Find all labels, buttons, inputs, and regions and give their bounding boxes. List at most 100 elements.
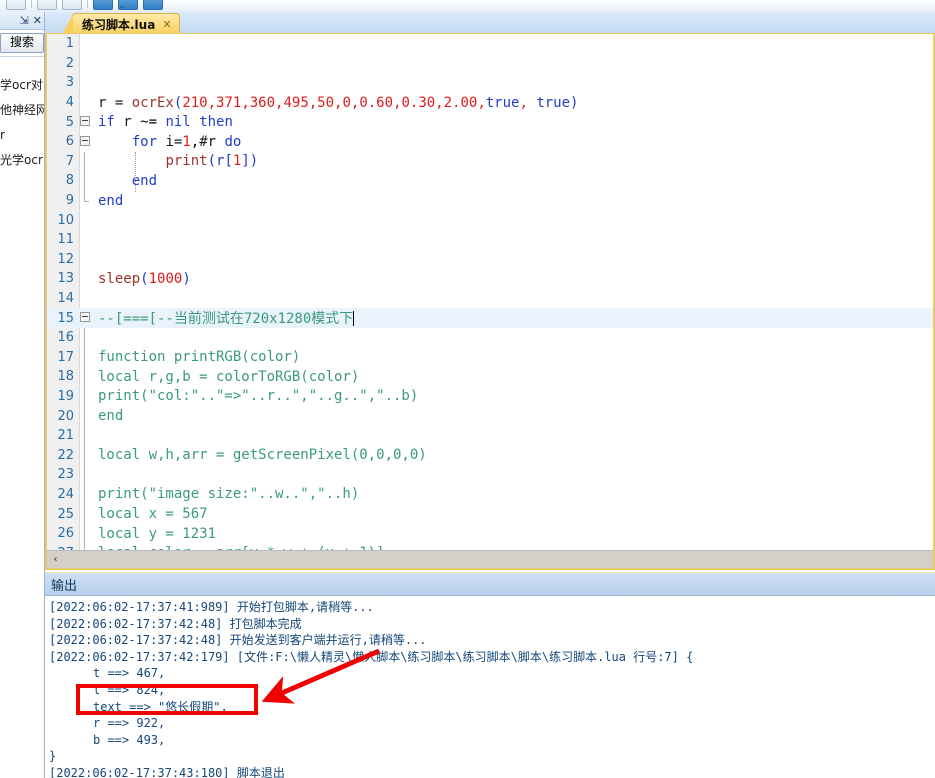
line-number: 11 [57, 232, 74, 248]
fold-guide-line [79, 347, 94, 368]
fold-collapse-icon[interactable] [79, 112, 94, 132]
line-number: 23 [57, 467, 74, 483]
scrollbar-track[interactable] [64, 552, 933, 567]
code-line[interactable]: 24 print("image size:"..w..","..h) [47, 484, 933, 505]
line-number: 13 [57, 271, 74, 287]
line-number: 10 [57, 212, 74, 228]
code-line-text: print("col:".."=>"..r..","..g..","..b) [98, 388, 419, 405]
text-cursor [353, 311, 355, 327]
toolbar-overflow-icon[interactable]: ⌄ [118, 0, 126, 11]
fold-empty [79, 73, 94, 93]
line-number: 26 [57, 526, 74, 542]
output-panel: 输出 [2022:06:02-17:37:41:989] 开始打包脚本,请稍等.… [45, 572, 935, 778]
code-line[interactable]: 25 local x = 567 [47, 504, 933, 524]
line-number: 3 [65, 75, 74, 91]
left-panel-list: 学ocr对 他神经网 r 光学ocr [0, 57, 44, 170]
left-dock-panel: ⇲ ✕ 搜索 学ocr对 他神经网 r 光学ocr [0, 12, 45, 778]
fold-empty [79, 210, 94, 230]
fold-guide-line [79, 151, 94, 172]
code-line[interactable]: 2 [47, 54, 933, 74]
line-number: 16 [57, 330, 74, 346]
list-item[interactable]: 光学ocr [0, 150, 44, 170]
pin-icon[interactable]: ⇲ [20, 15, 29, 26]
code-line[interactable]: 23 [47, 465, 933, 485]
code-line[interactable]: 18 local r,g,b = colorToRGB(color) [47, 367, 933, 387]
line-number: 4 [65, 95, 74, 111]
line-number: 24 [57, 486, 74, 502]
tab-lianxi-jiaoben-lua[interactable]: 练习脚本.lua ✕ [62, 13, 180, 35]
output-log-line: [2022:06:02-17:37:42:48] 打包脚本完成 [49, 616, 302, 631]
code-line[interactable]: 20 end [47, 406, 933, 426]
code-line[interactable]: 9 end [47, 190, 933, 211]
fold-guide-line [79, 367, 94, 387]
editor-horizontal-scrollbar[interactable]: ‹ [47, 550, 933, 568]
code-line-text: print("image size:"..w..","..h) [98, 486, 360, 503]
code-line-text: end [98, 408, 124, 425]
list-item[interactable]: 他神经网 [0, 100, 44, 120]
code-line-text: sleep(1000) [98, 270, 191, 287]
code-line-text: local y = 1231 [98, 525, 217, 542]
code-line[interactable]: 4 r = ocrEx(210,371,360,495,50,0,0.60,0.3… [47, 93, 933, 113]
code-line[interactable]: 5 if r ~= nil then [47, 112, 933, 132]
code-text-area[interactable]: 1234r = ocrEx(210,371,360,495,50,0,0.60,… [47, 34, 933, 568]
open-file-icon[interactable] [37, 0, 57, 10]
line-number: 6 [65, 134, 74, 150]
code-line[interactable]: 13 sleep(1000) [47, 269, 933, 289]
code-line-text: local x = 567 [98, 506, 208, 523]
code-line[interactable]: 16 [47, 327, 933, 348]
code-line-text: r = ocrEx(210,371,360,495,50,0,0.60,0.30… [98, 94, 579, 111]
code-line[interactable]: 14 [47, 289, 933, 309]
line-number: 22 [57, 447, 74, 463]
code-line-text: --[===[--当前测试在720x1280模式下 [98, 311, 355, 328]
scroll-left-icon[interactable]: ‹ [47, 551, 64, 568]
code-line[interactable]: 3 [47, 73, 933, 93]
list-item[interactable]: 学ocr对 [0, 75, 44, 95]
tab-close-icon[interactable]: ✕ [162, 18, 171, 31]
output-log-line: [2022:06:02-17:37:43:180] 脚本退出 [49, 765, 285, 778]
code-editor[interactable]: 1234r = ocrEx(210,371,360,495,50,0,0.60,… [45, 33, 935, 570]
code-line[interactable]: 21 [47, 425, 933, 446]
code-line[interactable]: 7 print(r[1]) [47, 151, 933, 172]
search-button[interactable]: 搜索 [0, 33, 44, 53]
code-line[interactable]: 26 local y = 1231 [47, 523, 933, 544]
fold-guide-line [79, 425, 94, 446]
run-script-icon[interactable] [93, 0, 113, 10]
output-log-body[interactable]: [2022:06:02-17:37:41:989] 开始打包脚本,请稍等... [… [45, 596, 935, 778]
toolbar-separator-1 [31, 0, 32, 8]
close-icon[interactable]: ✕ [33, 15, 42, 26]
code-line[interactable]: 8 end [47, 171, 933, 191]
line-number: 20 [57, 408, 74, 424]
output-log-line: [2022:06:02-17:37:42:179] [文件:F:\懒人精灵\懒人… [49, 649, 694, 664]
code-line[interactable]: 11 [47, 230, 933, 250]
code-line[interactable]: 1 [47, 34, 933, 54]
fold-guide-line [79, 484, 94, 505]
fold-collapse-icon[interactable] [79, 308, 94, 328]
output-log-line: l ==> 824, [93, 682, 166, 697]
code-line-text: print(r[1]) [165, 153, 259, 170]
output-log-line: b ==> 493, [93, 732, 166, 747]
indent-guide [135, 152, 137, 192]
code-line[interactable]: 22 local w,h,arr = getScreenPixel(0,0,0,0… [47, 445, 933, 466]
fold-collapse-icon[interactable] [79, 132, 94, 152]
package-script-icon[interactable] [143, 0, 163, 10]
code-line[interactable]: 19 print("col:".."=>"..r..","..g..","..b) [47, 386, 933, 407]
save-file-icon[interactable] [62, 0, 82, 10]
code-line[interactable]: 6 for i=1,#r do [47, 132, 933, 152]
code-line[interactable]: 17 function printRGB(color) [47, 347, 933, 368]
output-log-line: [2022:06:02-17:37:41:989] 开始打包脚本,请稍等... [49, 600, 374, 614]
output-log-line: } [49, 749, 57, 764]
code-line[interactable]: 10 [47, 210, 933, 230]
list-item[interactable]: r [0, 125, 44, 145]
line-number: 12 [57, 251, 74, 267]
new-file-icon[interactable] [6, 0, 26, 10]
code-line[interactable]: 12 [47, 250, 933, 270]
line-number: 8 [65, 173, 74, 189]
code-line-text: end [131, 172, 158, 189]
line-number: 21 [57, 428, 74, 444]
fold-guide-line [79, 327, 94, 348]
code-line[interactable]: 15 --[===[--当前测试在720x1280模式下 [47, 308, 933, 328]
search-row: 搜索 [0, 30, 44, 57]
fold-empty [79, 250, 94, 270]
editor-tab-bar: 练习脚本.lua ✕ [45, 12, 935, 35]
line-number: 2 [65, 55, 74, 71]
